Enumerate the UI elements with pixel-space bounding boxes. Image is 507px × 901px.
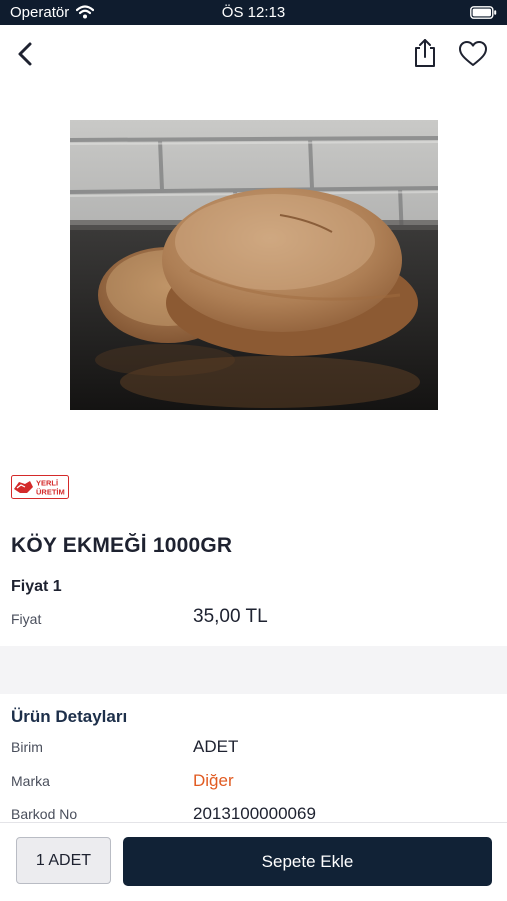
svg-text:ÜRETİM: ÜRETİM: [36, 488, 65, 497]
price-label: Fiyat: [11, 611, 42, 627]
battery-icon: [470, 6, 497, 19]
barcode-value: 2013100000069: [193, 804, 316, 823]
section-divider: [0, 646, 507, 694]
status-bar: Operatör ÖS 12:13: [0, 0, 507, 25]
brand-label: Marka: [11, 773, 50, 789]
chevron-left-icon[interactable]: [12, 39, 40, 69]
brand-value[interactable]: Diğer: [193, 771, 234, 791]
status-time: ÖS 12:13: [221, 4, 286, 21]
bottom-action-bar: 1 ADET Sepete Ekle: [0, 822, 507, 901]
quantity-button[interactable]: 1 ADET: [16, 837, 111, 884]
product-title: KÖY EKMEĞİ 1000GR: [11, 534, 233, 557]
unit-value: ADET: [193, 737, 239, 756]
svg-text:YERLİ: YERLİ: [36, 479, 58, 488]
navigation-bar: [0, 25, 507, 83]
heart-icon[interactable]: [457, 39, 489, 69]
local-production-badge: YERLİ ÜRETİM: [11, 475, 69, 499]
price-value: 35,00 TL: [193, 606, 268, 627]
product-image: [70, 120, 438, 410]
barcode-label: Barkod No: [11, 806, 78, 822]
add-to-cart-button[interactable]: Sepete Ekle: [123, 837, 492, 886]
details-heading: Ürün Detayları: [11, 707, 128, 726]
price-heading: Fiyat 1: [11, 578, 62, 595]
unit-label: Birim: [11, 739, 43, 755]
share-icon[interactable]: [410, 37, 440, 69]
